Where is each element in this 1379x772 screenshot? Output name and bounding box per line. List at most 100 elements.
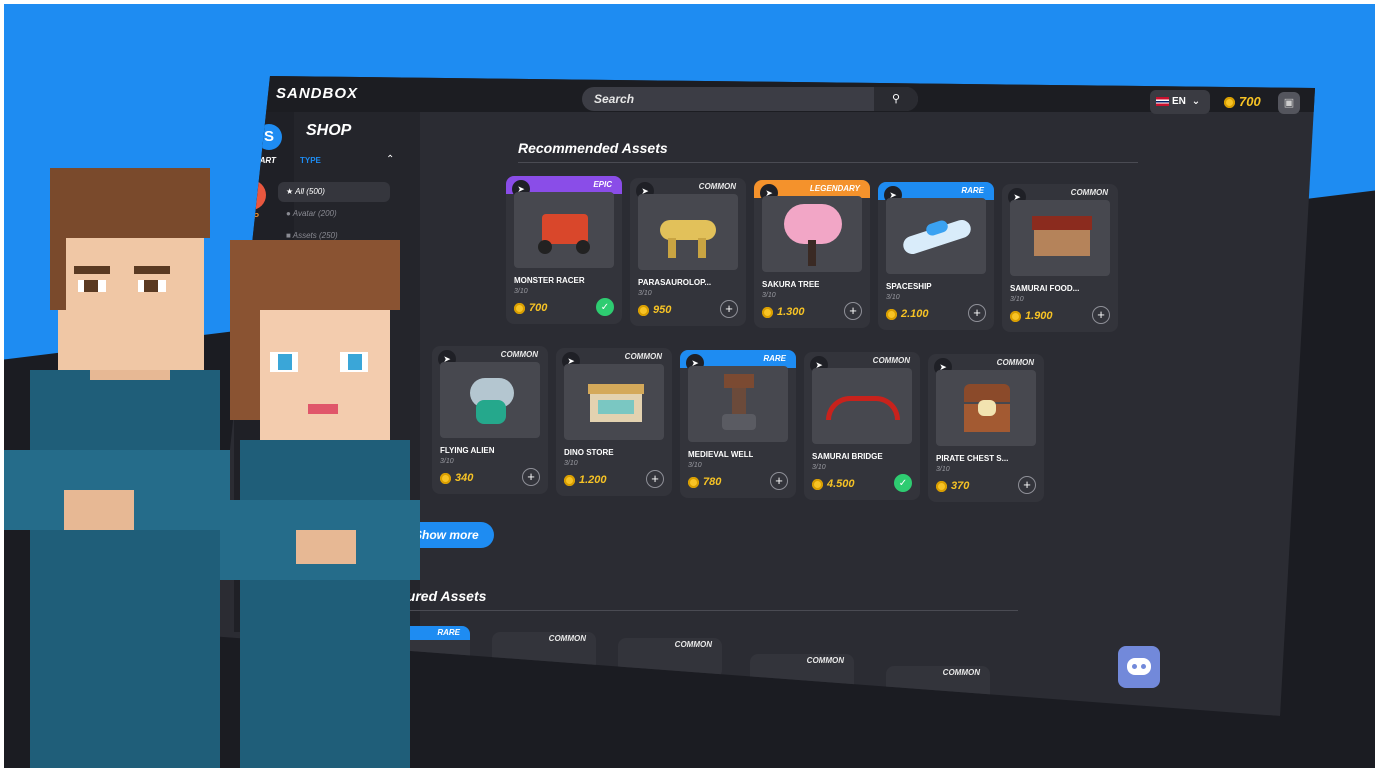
add-to-cart-button[interactable]: +	[844, 302, 862, 320]
asset-supply: 3/10	[440, 458, 454, 465]
asset-card-parasaurolophus[interactable]: COMMON ➤ PARASAUROLOP... 3/10 950 +	[630, 178, 746, 326]
asset-thumbnail	[688, 366, 788, 442]
asset-card-monster-racer[interactable]: EPIC ➤ MONSTER RACER 3/10 700 ✓	[506, 176, 622, 324]
asset-price: 1.900	[1010, 310, 1053, 322]
asset-name: FLYING ALIEN	[440, 446, 495, 455]
price-value: 4.500	[827, 478, 855, 490]
asset-supply: 3/10	[1010, 296, 1024, 303]
asset-price: 700	[514, 302, 547, 314]
sand-coin-icon	[886, 308, 897, 320]
asset-price: 340	[440, 472, 473, 484]
add-to-cart-button[interactable]: +	[522, 468, 540, 486]
asset-thumbnail	[812, 368, 912, 444]
asset-supply: 3/10	[638, 290, 652, 297]
add-to-cart-button[interactable]: +	[720, 300, 738, 318]
asset-thumbnail	[638, 194, 738, 270]
sand-coin-icon	[1010, 310, 1021, 322]
language-selector[interactable]: EN ⌄	[1150, 90, 1210, 114]
section-divider	[518, 162, 1138, 163]
asset-price: 2.100	[886, 308, 929, 320]
search-placeholder: Search	[594, 92, 635, 106]
sand-coin-icon	[762, 306, 773, 318]
asset-card-samurai-food[interactable]: COMMON ➤ SAMURAI FOOD... 3/10 1.900 +	[1002, 184, 1118, 332]
asset-price: 950	[638, 304, 671, 316]
asset-price: 1.200	[564, 474, 607, 486]
search-icon[interactable]: ⚲	[874, 87, 918, 111]
asset-name: PIRATE CHEST S...	[936, 454, 1009, 463]
asset-card-medieval-well[interactable]: RARE ➤ MEDIEVAL WELL 3/10 780 +	[680, 350, 796, 498]
asset-price: 780	[688, 476, 721, 488]
asset-supply: 3/10	[688, 462, 702, 469]
price-value: 340	[455, 472, 474, 484]
asset-thumbnail	[564, 364, 664, 440]
asset-card-spaceship[interactable]: RARE ➤ SPACESHIP 3/10 2.100 +	[878, 182, 994, 330]
price-value: 1.300	[777, 306, 805, 318]
wallet-icon[interactable]: ▣	[1278, 92, 1300, 114]
asset-card-samurai-bridge[interactable]: COMMON ➤ SAMURAI BRIDGE 3/10 4.500 ✓	[804, 352, 920, 500]
sand-coin-icon	[638, 304, 649, 316]
asset-card-dino-store[interactable]: COMMON ➤ DINO STORE 3/10 1.200 +	[556, 348, 672, 496]
price-value: 1.200	[579, 474, 607, 486]
asset-price: 370	[936, 480, 969, 492]
asset-price: 4.500	[812, 478, 855, 490]
sand-coin-icon	[1224, 97, 1235, 109]
asset-name: SPACESHIP	[886, 282, 932, 291]
language-label: EN	[1172, 96, 1186, 107]
price-value: 1.900	[1025, 310, 1053, 322]
asset-supply: 3/10	[514, 288, 528, 295]
asset-name: SAMURAI FOOD...	[1010, 284, 1080, 293]
asset-supply: 3/10	[812, 464, 826, 471]
discord-icon[interactable]	[1118, 646, 1160, 688]
asset-card-flying-alien[interactable]: COMMON ➤ FLYING ALIEN 3/10 340 +	[432, 346, 548, 494]
asset-thumbnail	[1010, 200, 1110, 276]
add-to-cart-button[interactable]: +	[646, 470, 664, 488]
price-value: 780	[703, 476, 722, 488]
rarity-badge: COMMON	[942, 668, 980, 677]
asset-price: 1.300	[762, 306, 805, 318]
balance-value: 700	[1239, 94, 1261, 109]
asset-supply: 3/10	[886, 294, 900, 301]
asset-name: PARASAUROLOP...	[638, 278, 712, 287]
sand-coin-icon	[440, 472, 451, 484]
uk-flag-icon	[1156, 96, 1169, 106]
asset-name: DINO STORE	[564, 448, 614, 457]
sand-coin-icon	[514, 302, 525, 314]
asset-thumbnail	[762, 196, 862, 272]
asset-name: MONSTER RACER	[514, 276, 585, 285]
sand-coin-icon	[936, 480, 947, 492]
asset-thumbnail	[936, 370, 1036, 446]
search-input[interactable]: Search ⚲	[582, 87, 918, 111]
asset-thumbnail	[440, 362, 540, 438]
asset-name: SAKURA TREE	[762, 280, 820, 289]
owned-check-icon[interactable]: ✓	[894, 474, 912, 492]
voxel-character-female	[200, 0, 440, 772]
price-value: 2.100	[901, 308, 929, 320]
asset-supply: 3/10	[936, 466, 950, 473]
price-value: 950	[653, 304, 672, 316]
asset-supply: 3/10	[564, 460, 578, 467]
asset-card-pirate-chest[interactable]: COMMON ➤ PIRATE CHEST S... 3/10 370 +	[928, 354, 1044, 502]
owned-check-icon[interactable]: ✓	[596, 298, 614, 316]
asset-name: SAMURAI BRIDGE	[812, 452, 883, 461]
rarity-badge: COMMON	[806, 656, 844, 665]
add-to-cart-button[interactable]: +	[1092, 306, 1110, 324]
rarity-badge: COMMON	[548, 634, 586, 643]
sand-coin-icon	[688, 476, 699, 488]
price-value: 700	[529, 302, 548, 314]
section-divider	[378, 610, 1018, 611]
sand-balance: 700	[1224, 94, 1261, 109]
recommended-title: Recommended Assets	[518, 140, 668, 156]
add-to-cart-button[interactable]: +	[968, 304, 986, 322]
sand-coin-icon	[812, 478, 823, 490]
chevron-down-icon: ⌄	[1191, 96, 1201, 107]
asset-thumbnail	[886, 198, 986, 274]
add-to-cart-button[interactable]: +	[770, 472, 788, 490]
rarity-badge: COMMON	[674, 640, 712, 649]
add-to-cart-button[interactable]: +	[1018, 476, 1036, 494]
asset-thumbnail	[514, 192, 614, 268]
price-value: 370	[951, 480, 970, 492]
asset-supply: 3/10	[762, 292, 776, 299]
sand-coin-icon	[564, 474, 575, 486]
asset-card-sakura-tree[interactable]: LEGENDARY ➤ SAKURA TREE 3/10 1.300 +	[754, 180, 870, 328]
asset-name: MEDIEVAL WELL	[688, 450, 754, 459]
